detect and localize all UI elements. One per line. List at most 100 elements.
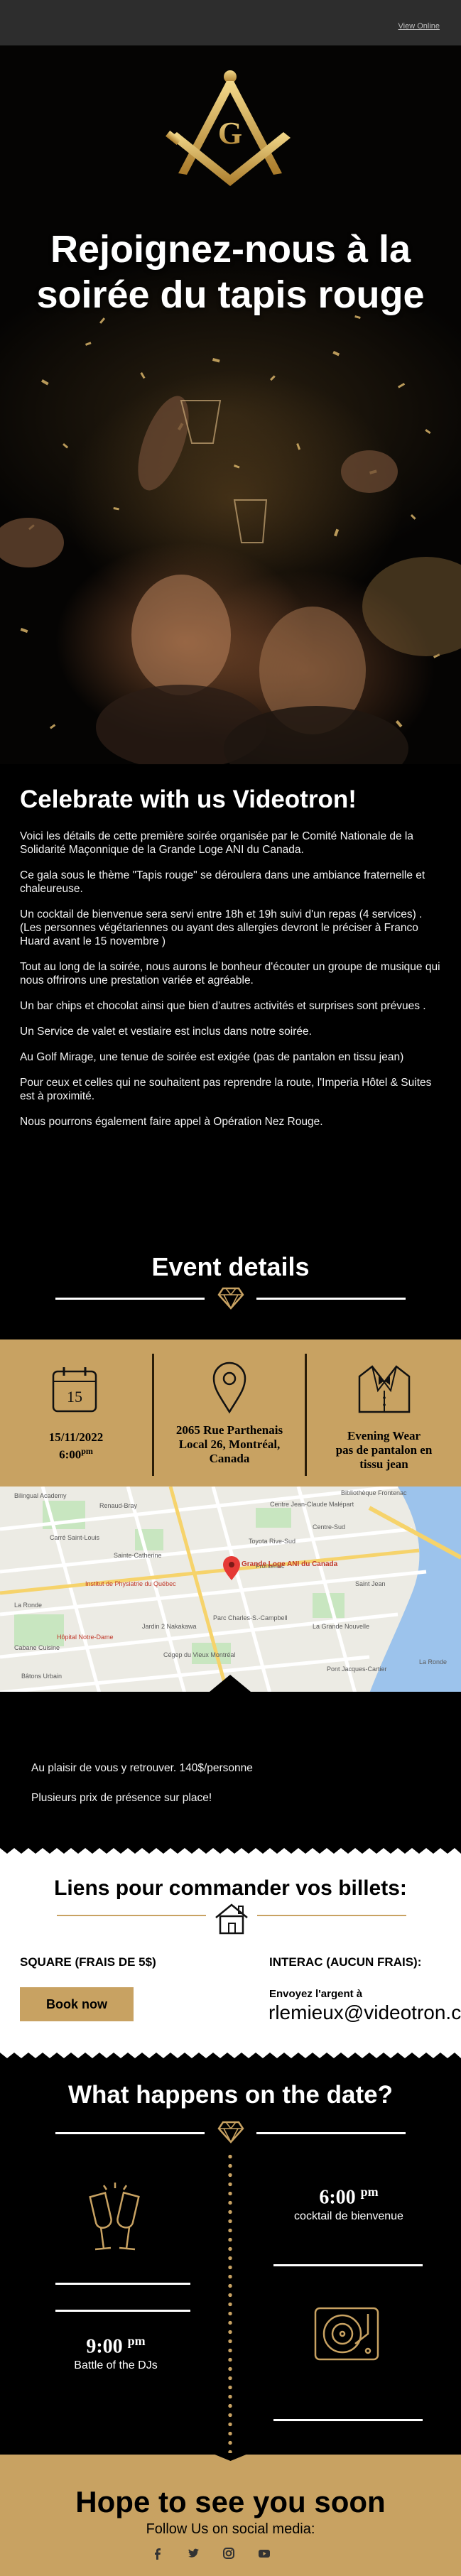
intro-paragraph: Un Service de valet et vestiaire est inc… bbox=[20, 1026, 312, 1038]
event-label: Battle of the DJs bbox=[74, 2359, 158, 2372]
map-label: La Ronde bbox=[419, 1658, 447, 1665]
map-label: Renaud-Bray bbox=[99, 1502, 138, 1509]
event-time: 6:00pm bbox=[59, 1446, 93, 1462]
timeline-dots bbox=[228, 2152, 232, 2453]
intro-section: Celebrate with us Videotron! Voici les d… bbox=[0, 764, 461, 1141]
pricing-section: Au plaisir de vous y retrouver. 140$/per… bbox=[0, 1675, 461, 1852]
logo-letter: G bbox=[218, 116, 242, 151]
event-rule bbox=[55, 2310, 190, 2312]
tickets-section: Liens pour commander vos billets: SQUARE… bbox=[0, 1848, 461, 2058]
youtube-icon[interactable] bbox=[256, 2545, 272, 2561]
intro-paragraph: Un bar chips et chocolat ainsi que bien … bbox=[20, 1000, 426, 1012]
tickets-title: Liens pour commander vos billets: bbox=[54, 1876, 407, 1900]
intro-heading: Celebrate with us Videotron! bbox=[20, 786, 357, 813]
tickets-divider-right bbox=[257, 1915, 406, 1916]
book-now-button[interactable]: Book now bbox=[20, 1987, 134, 2021]
dress-code-column: Evening Wear pas de pantalon en tissu je… bbox=[307, 1339, 461, 1489]
map-label: Centre Jean-Claude Malépart bbox=[270, 1501, 354, 1508]
event-details-band: 15 15/11/2022 6:00pm 2065 Rue Parthenais… bbox=[0, 1339, 461, 1489]
footer-title: Hope to see you soon bbox=[75, 2485, 386, 2518]
address-line: Canada bbox=[209, 1452, 250, 1465]
diamond-icon bbox=[217, 2121, 244, 2143]
map-label: Parc Charles-S.-Campbell bbox=[213, 1614, 288, 1621]
intro-paragraph: Tout au long de la soirée, nous aurons l… bbox=[20, 961, 440, 987]
map-label: La Grande Nouvelle bbox=[313, 1623, 369, 1630]
calendar-day: 15 bbox=[67, 1388, 82, 1406]
footer-section: Hope to see you soon Follow Us on social… bbox=[0, 2454, 461, 2576]
footer-notch bbox=[213, 2454, 248, 2461]
tickets-divider-left bbox=[57, 1915, 206, 1916]
hero-title: Rejoignez-nous à la soirée du tapis roug… bbox=[36, 228, 425, 316]
location-pin-icon bbox=[212, 1362, 246, 1414]
zigzag-top bbox=[0, 1848, 461, 1855]
map-label: Centre-Sud bbox=[313, 1523, 345, 1531]
map-label: Cégep du Vieux Montréal bbox=[163, 1651, 235, 1658]
masonic-logo: G bbox=[166, 70, 291, 186]
map-label: Pont Jacques-Cartier bbox=[327, 1665, 387, 1673]
intro-paragraph: Pour ceux et celles qui ne souhaitent pa… bbox=[20, 1077, 432, 1102]
zigzag-bottom bbox=[0, 2051, 461, 2058]
top-bar: View Online bbox=[0, 0, 461, 45]
schedule-title: What happens on the date? bbox=[68, 2081, 393, 2109]
schedule-divider-right bbox=[256, 2132, 406, 2134]
map-label: Saint Jean bbox=[355, 1580, 386, 1587]
event-rule bbox=[55, 2283, 190, 2285]
follow-us-text: Follow Us on social media: bbox=[146, 2521, 315, 2537]
send-money-label: Envoyez l'argent à bbox=[269, 1988, 363, 2000]
divider-left bbox=[55, 1298, 205, 1300]
interac-email[interactable]: rlemieux@videotron.ca bbox=[269, 2001, 461, 2024]
event-time: 9:00 pm bbox=[86, 2334, 146, 2358]
dress-line: Evening Wear bbox=[347, 1429, 421, 1442]
map-pin-label: Grande Loge ANI du Canada bbox=[242, 1560, 338, 1568]
divider-right bbox=[256, 1298, 406, 1300]
address-line: 2065 Rue Parthenais bbox=[175, 1423, 283, 1437]
email-page: View Online G Rejoignez-nous à la soirée… bbox=[0, 0, 461, 2576]
event-label: cocktail de bienvenue bbox=[294, 2210, 403, 2223]
schedule-divider-left bbox=[55, 2132, 205, 2134]
hero-section: G Rejoignez-nous à la soirée du tapis ro… bbox=[0, 45, 461, 764]
map-label: Sainte-Catherine bbox=[114, 1552, 162, 1559]
map-label: Institut de Physiatrie du Québec bbox=[85, 1580, 176, 1587]
event-details-title: Event details bbox=[151, 1252, 310, 1281]
view-online-link[interactable]: View Online bbox=[398, 22, 440, 31]
intro-paragraph: Nous pourrons également faire appel à Op… bbox=[20, 1116, 323, 1128]
map-label: Toyota Rive-Sud bbox=[249, 1538, 295, 1545]
intro-paragraph: Un cocktail de bienvenue sera servi entr… bbox=[20, 908, 423, 947]
intro-paragraph: Ce gala sous le thème "Tapis rouge" se d… bbox=[20, 869, 425, 895]
dress-line: tissu jean bbox=[359, 1457, 408, 1471]
interac-label: INTERAC (AUCUN FRAIS): bbox=[269, 1955, 422, 1969]
map-canvas: Bilingual Academy Renaud-Bray Centre Jea… bbox=[0, 1487, 461, 1693]
intro-paragraph: Au Golf Mirage, une tenue de soirée est … bbox=[20, 1051, 404, 1063]
square-label: SQUARE (FRAIS DE 5$) bbox=[20, 1955, 156, 1969]
event-rule bbox=[273, 2419, 423, 2421]
prizes-line: Plusieurs prix de présence sur place! bbox=[31, 1792, 212, 1804]
dress-line: pas de pantalon en bbox=[335, 1443, 433, 1457]
map-label: Cabane Cuisine bbox=[14, 1644, 60, 1651]
map-label: Jardin 2 Nakakawa bbox=[142, 1623, 197, 1630]
turntable-icon bbox=[314, 2307, 379, 2361]
diamond-icon bbox=[217, 1287, 244, 1310]
date-column: 15 15/11/2022 6:00pm bbox=[0, 1339, 152, 1489]
event-rule bbox=[273, 2264, 423, 2266]
location-map[interactable]: Bilingual Academy Renaud-Bray Centre Jea… bbox=[0, 1487, 461, 1693]
tuxedo-icon bbox=[358, 1365, 411, 1413]
map-bottom-notch bbox=[0, 1675, 461, 1695]
event-item: 6:00 pm cocktail de bienvenue bbox=[267, 2185, 430, 2223]
map-label: Bibliothèque Frontenac bbox=[341, 1489, 407, 1496]
map-label: Bilingual Academy bbox=[14, 1492, 67, 1499]
map-label: La Ronde bbox=[14, 1602, 42, 1609]
event-time: 6:00 pm bbox=[319, 2185, 379, 2209]
event-date: 15/11/2022 bbox=[48, 1430, 104, 1444]
calendar-icon: 15 bbox=[52, 1367, 97, 1413]
address-line: Local 26, Montréal, bbox=[178, 1438, 281, 1451]
instagram-icon[interactable] bbox=[221, 2545, 237, 2561]
event-item: 9:00 pm Battle of the DJs bbox=[34, 2334, 197, 2372]
map-label: Carré Saint-Louis bbox=[50, 1534, 100, 1541]
house-icon bbox=[215, 1903, 248, 1935]
champagne-icon bbox=[89, 2183, 140, 2251]
schedule-section: What happens on the date? 6:00 pm cockta… bbox=[0, 2078, 461, 2455]
twitter-icon[interactable] bbox=[185, 2545, 201, 2561]
facebook-icon[interactable] bbox=[150, 2545, 166, 2561]
intro-paragraph: Voici les détails de cette première soir… bbox=[20, 830, 413, 856]
address-column: 2065 Rue Parthenais Local 26, Montréal, … bbox=[154, 1339, 305, 1489]
